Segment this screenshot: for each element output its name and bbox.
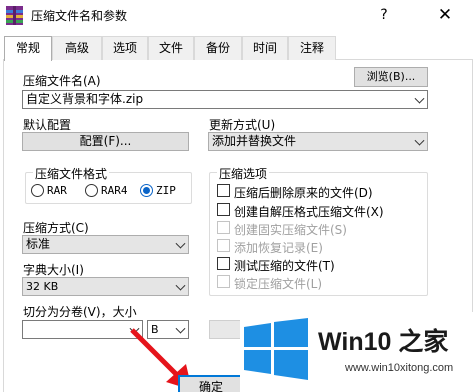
create-solid-checkbox: [217, 221, 230, 234]
update-mode-label: 更新方式(U): [209, 118, 276, 132]
tab-backup[interactable]: 备份: [194, 36, 242, 60]
recovery-record-checkbox: [217, 239, 230, 252]
windows-logo-icon: [244, 318, 308, 380]
update-mode-value: 添加并替换文件: [212, 134, 297, 148]
dict-size-select[interactable]: 32 KB: [22, 277, 189, 296]
tab-strip: 常规 高级 选项 文件 备份 时间 注释: [0, 36, 475, 61]
create-solid-label: 创建固实压缩文件(S): [234, 223, 347, 237]
create-sfx-checkbox[interactable]: [217, 203, 230, 216]
method-select[interactable]: 标准: [22, 235, 189, 254]
tab-options[interactable]: 选项: [102, 36, 148, 60]
archive-name-value: 自定义背景和字体.zip: [26, 92, 144, 106]
delete-after-checkbox[interactable]: [217, 184, 230, 197]
tab-advanced[interactable]: 高级: [52, 36, 102, 60]
watermark: Win10 之家 www.win10xitong.com: [240, 312, 475, 392]
ok-button[interactable]: 确定: [178, 375, 244, 392]
tab-general[interactable]: 常规: [4, 36, 52, 61]
format-zip-label: ZIP: [156, 184, 176, 197]
split-label: 切分为分卷(V)，大小: [23, 305, 137, 319]
tab-time[interactable]: 时间: [242, 36, 288, 60]
update-mode-select[interactable]: 添加并替换文件: [208, 132, 428, 151]
window-title: 压缩文件名和参数: [31, 9, 128, 23]
archive-format-title: 压缩文件格式: [33, 165, 110, 182]
dict-size-label: 字典大小(I): [23, 263, 84, 277]
split-size-input[interactable]: [22, 320, 143, 339]
test-archive-label: 测试压缩的文件(T): [234, 259, 335, 273]
default-profile-label: 默认配置: [23, 118, 72, 132]
close-button[interactable]: ✕: [415, 0, 475, 30]
title-bar: 压缩文件名和参数 ? ✕: [0, 0, 475, 30]
chevron-down-icon[interactable]: [175, 280, 186, 291]
tab-files[interactable]: 文件: [148, 36, 194, 60]
recovery-record-label: 添加恢复记录(E): [234, 241, 323, 255]
format-rar-radio[interactable]: [31, 184, 44, 197]
format-rar4-label: RAR4: [101, 184, 128, 197]
winrar-app-icon: [6, 6, 23, 25]
profiles-button[interactable]: 配置(F)...: [22, 132, 189, 151]
tab-comment[interactable]: 注释: [288, 36, 336, 60]
format-rar-label: RAR: [47, 184, 67, 197]
lock-archive-checkbox: [217, 275, 230, 288]
archive-name-input[interactable]: 自定义背景和字体.zip: [22, 90, 428, 109]
chevron-down-icon[interactable]: [414, 135, 425, 146]
browse-button[interactable]: 浏览(B)...: [354, 67, 428, 87]
watermark-brand: Win10 之家: [318, 328, 449, 356]
chevron-down-icon[interactable]: [175, 238, 186, 249]
delete-after-label: 压缩后删除原来的文件(D): [234, 186, 373, 200]
watermark-url: www.win10xitong.com: [345, 362, 454, 374]
lock-archive-label: 锁定压缩文件(L): [234, 277, 323, 291]
chevron-down-icon[interactable]: [414, 93, 425, 104]
method-value: 标准: [26, 237, 51, 251]
dict-size-value: 32 KB: [26, 280, 59, 293]
help-button[interactable]: ?: [372, 4, 396, 26]
format-zip-radio[interactable]: [140, 184, 153, 197]
archive-name-label: 压缩文件名(A): [23, 74, 101, 88]
create-sfx-label: 创建自解压格式压缩文件(X): [234, 205, 384, 219]
test-archive-checkbox[interactable]: [217, 257, 230, 270]
format-rar4-radio[interactable]: [85, 184, 98, 197]
compression-options-title: 压缩选项: [217, 165, 270, 182]
method-label: 压缩方式(C): [23, 221, 89, 235]
